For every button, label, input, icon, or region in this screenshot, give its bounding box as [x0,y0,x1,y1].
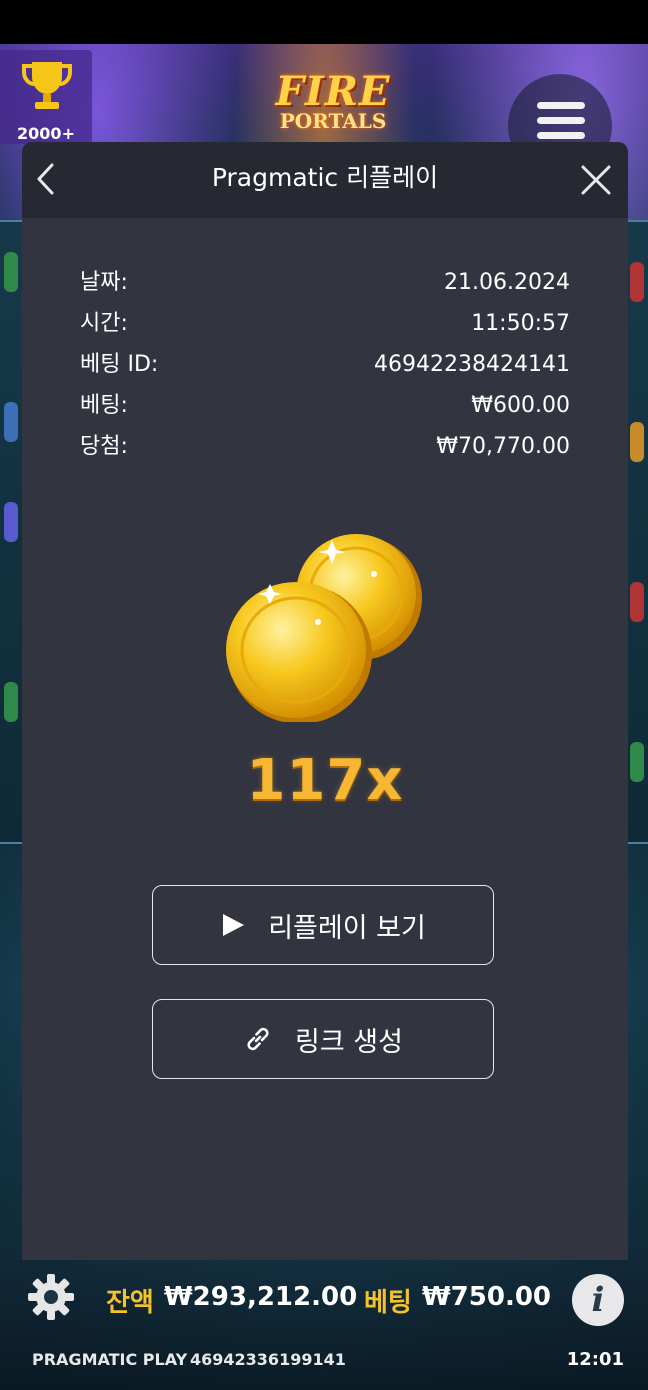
balance-value: ₩293,212.00 [164,1282,358,1312]
time-value: 11:50:57 [471,311,570,336]
info-row-win: 당첨: ₩70,770.00 [80,430,570,464]
info-row-time: 시간: 11:50:57 [80,307,570,341]
bet-label: 베팅: [80,393,128,418]
footer-bet-label: 베팅 [364,1288,412,1318]
win-label: 당첨: [80,434,128,459]
balance-label: 잔액 [106,1288,154,1318]
footer-bet-value[interactable]: ₩750.00 [422,1282,551,1312]
reel-frame-left [0,220,24,844]
info-row-bet-id: 베팅 ID: 46942238424141 [80,348,570,382]
info-row-date: 날짜: 21.06.2024 [80,266,570,300]
hamburger-menu-icon[interactable] [537,102,585,147]
gear-icon[interactable] [26,1272,76,1322]
tournament-count: 2000+ [17,124,75,143]
symbol-gem-green [4,682,18,722]
symbol-gem-green [630,742,644,782]
replay-dialog: Pragmatic 리플레이 날짜: 21.06.2024 시간: 11:50:… [22,142,628,1260]
symbol-gem-gold [630,422,644,462]
clock: 12:01 [566,1349,624,1370]
symbol-gem-red [630,582,644,622]
game-footer [0,1260,648,1390]
symbol-gem-blue [4,402,18,442]
bet-value: ₩600.00 [471,393,570,418]
play-icon [223,914,245,936]
date-label: 날짜: [80,270,128,295]
bet-id-label: 베팅 ID: [80,352,159,377]
game-logo: FIRE PORTALS [258,68,408,144]
round-id: 46942336199141 [190,1350,346,1369]
link-icon [247,1027,269,1051]
date-value: 21.06.2024 [444,270,570,295]
dialog-header: Pragmatic 리플레이 [22,142,628,218]
dialog-title: Pragmatic 리플레이 [211,163,439,192]
logo-subtitle: PORTALS [279,109,387,133]
symbol-gem-red [630,262,644,302]
gold-coins-icon [226,534,422,722]
trophy-icon [22,62,72,109]
bet-id-value: 46942238424141 [374,352,570,377]
close-icon[interactable] [580,164,612,196]
win-value: ₩70,770.00 [436,434,570,459]
watch-replay-button[interactable]: 리플레이 보기 [152,885,494,965]
info-row-bet: 베팅: ₩600.00 [80,389,570,423]
win-multiplier: 117x [246,748,404,813]
logo-title: FIRE [275,68,391,115]
brand-name: PRAGMATIC PLAY [32,1350,188,1369]
watch-replay-label: 리플레이 보기 [268,912,426,944]
time-label: 시간: [80,311,128,336]
symbol-gem-green [4,252,18,292]
create-link-label: 링크 생성 [295,1026,403,1058]
info-icon[interactable]: i [572,1274,624,1326]
create-link-button[interactable]: 링크 생성 [152,999,494,1079]
symbol-gem-purple [4,502,18,542]
